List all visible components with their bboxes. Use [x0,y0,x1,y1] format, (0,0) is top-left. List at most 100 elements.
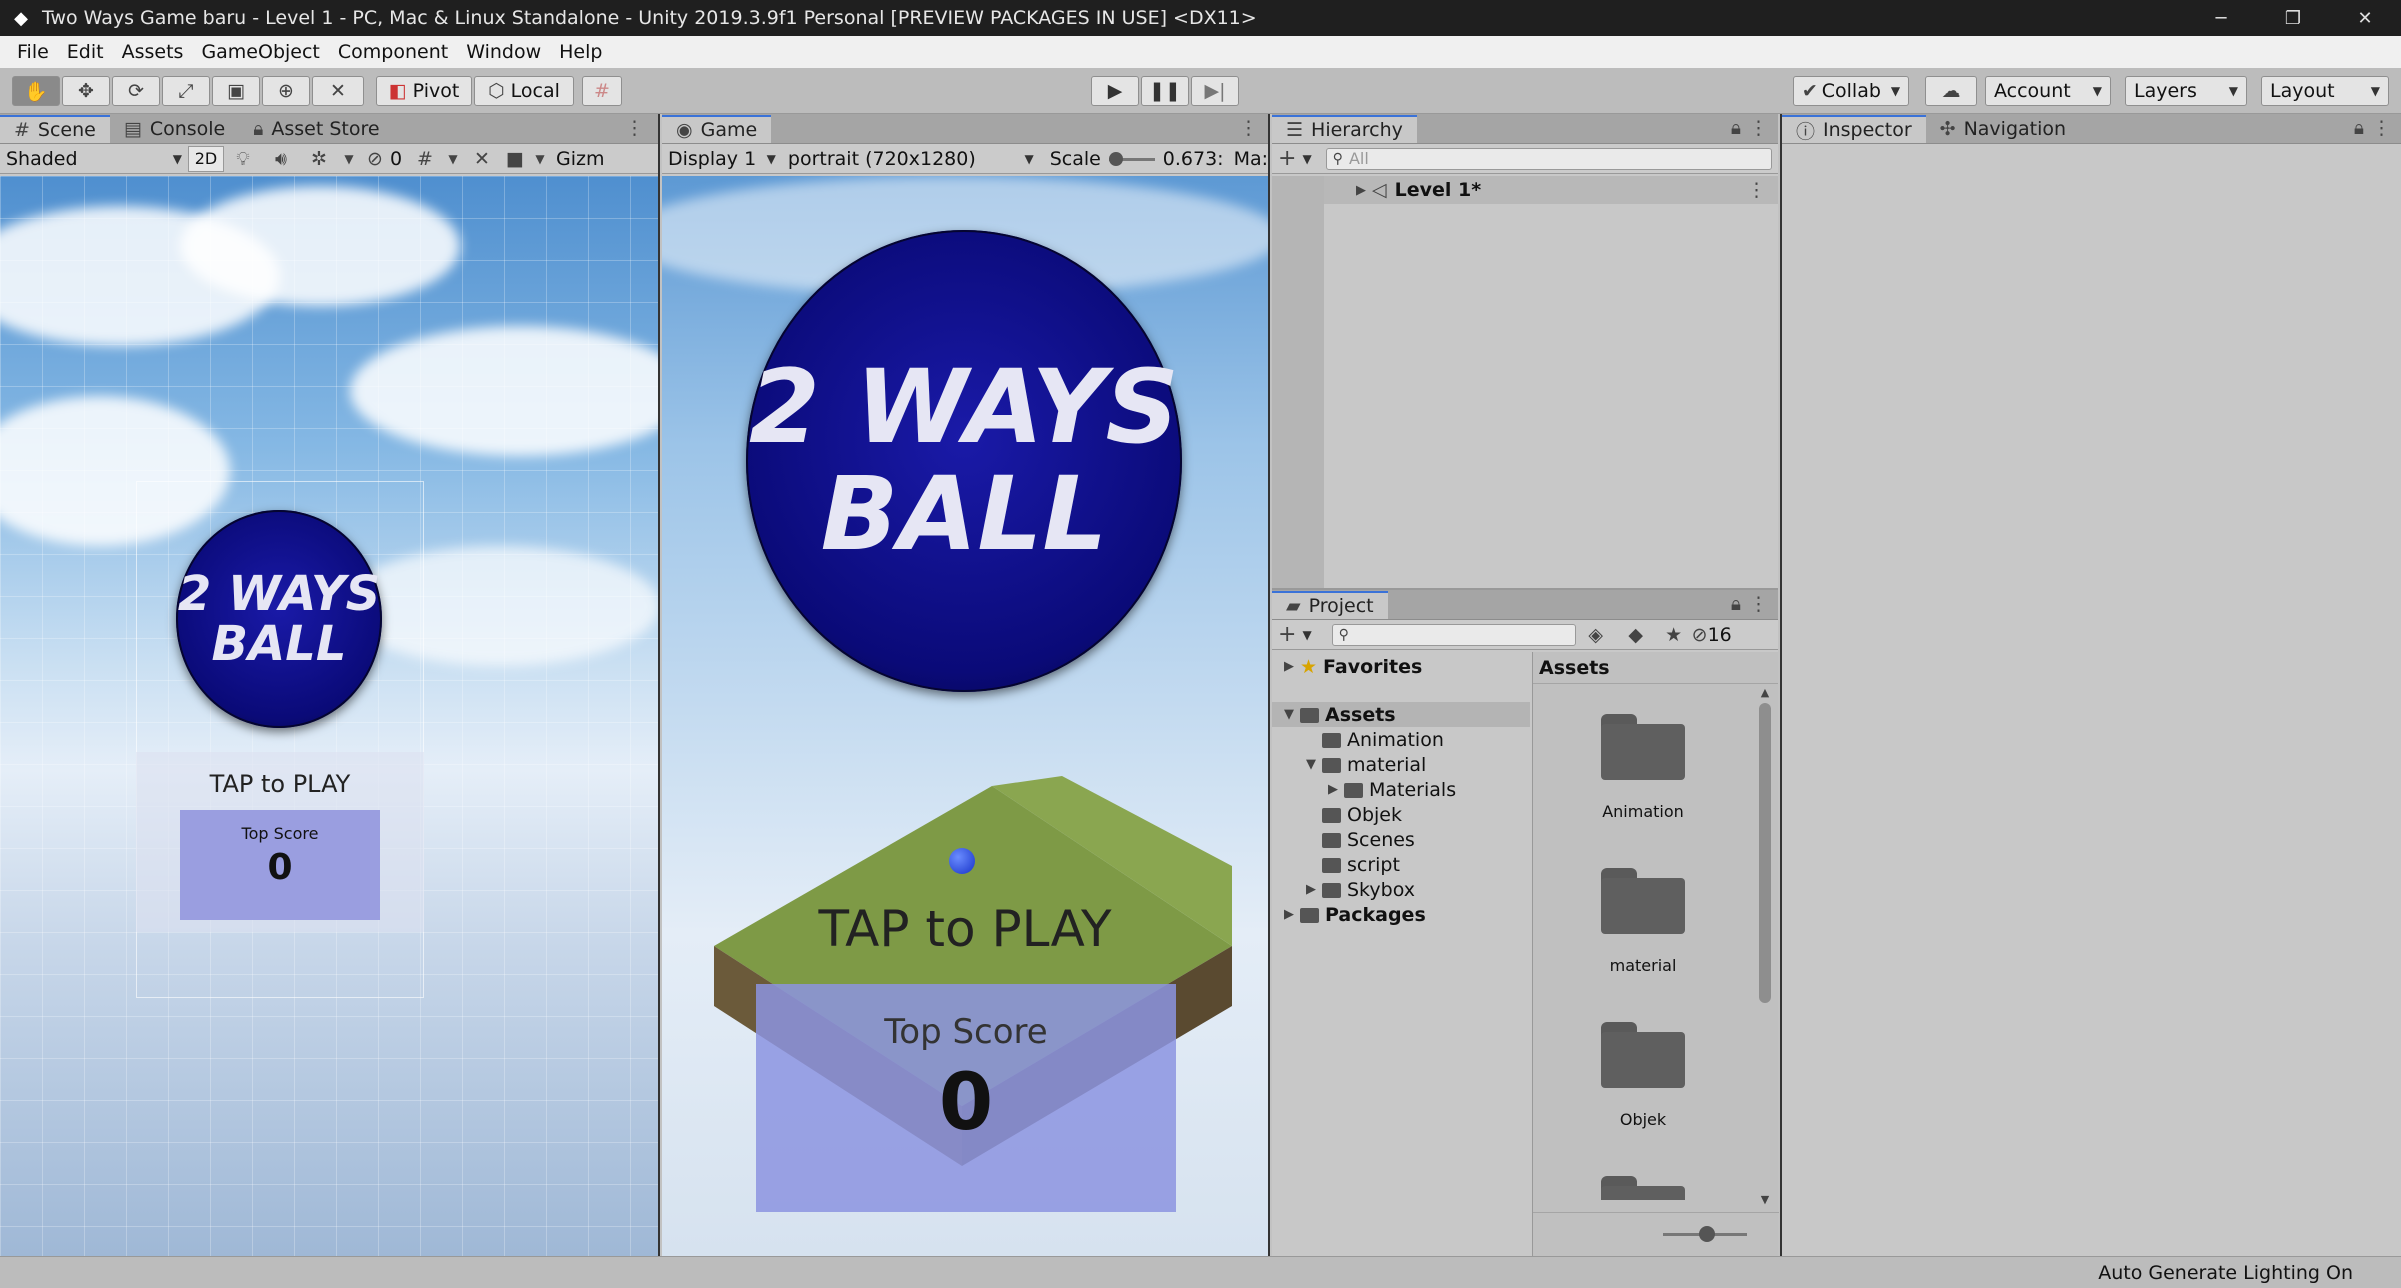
tree-item[interactable]: ▶ Materials [1272,777,1456,802]
play-button[interactable]: ▶ [1091,76,1139,106]
layers-dropdown[interactable]: Layers ▼ [2125,76,2247,106]
tab-game[interactable]: ◉ Game [662,115,772,143]
pivot-toggle[interactable]: ◧ Pivot [376,76,472,106]
more-options-icon[interactable]: ⋮ [625,117,644,139]
chevron-down-icon[interactable]: ▼ [338,152,360,166]
rect-tool-button[interactable]: ▣ [212,76,260,106]
tab-project[interactable]: ▰ Project [1272,591,1388,619]
expand-arrow-icon[interactable]: ▶ [1278,907,1300,922]
tab-inspector[interactable]: ⓘ Inspector [1782,115,1926,143]
icon-size-thumb[interactable] [1699,1226,1715,1242]
menu-gameobject[interactable]: GameObject [192,41,328,63]
grid-item[interactable]: material [1543,868,1743,975]
more-options-icon[interactable]: ⋮ [1749,593,1768,615]
tab-navigation[interactable]: ✣ Navigation [1926,115,2080,143]
tree-item[interactable]: Scenes [1272,827,1415,852]
tree-item[interactable]: Objek [1272,802,1402,827]
scroll-thumb[interactable] [1759,703,1771,1003]
tree-item[interactable]: ▶ Skybox [1272,877,1415,902]
menu-component[interactable]: Component [329,41,457,63]
hierarchy-row-level1[interactable]: ▶ ◁ Level 1* ⋮ [1324,176,1778,204]
menu-assets[interactable]: Assets [113,41,193,63]
hidden-packages-icon[interactable]: ⊘ [1692,624,1708,646]
tab-scene[interactable]: # Scene [0,115,110,143]
tree-item[interactable]: script [1272,852,1400,877]
camera-icon[interactable]: ■ [500,148,530,170]
more-options-icon[interactable]: ⋮ [1239,117,1258,139]
tab-hierarchy[interactable]: ☰ Hierarchy [1272,115,1417,143]
expand-arrow-icon[interactable]: ▶ [1278,659,1300,674]
audio-icon[interactable]: 🔊︎ [262,148,300,170]
move-tool-button[interactable]: ✥ [62,76,110,106]
collab-dropdown[interactable]: ✔ Collab ▼ [1793,76,1909,106]
tab-asset-store[interactable]: 🔒︎ Asset Store [239,115,393,143]
lock-icon[interactable]: 🔒︎ [2354,117,2364,139]
more-options-icon[interactable]: ⋮ [1749,117,1768,139]
menu-file[interactable]: File [8,41,58,63]
tree-arrow[interactable]: ▼ [1300,757,1322,772]
custom-tool-button[interactable]: ✕ [312,76,364,106]
menu-window[interactable]: Window [457,41,550,63]
grid-item[interactable]: Animation [1543,714,1743,821]
game-tap-text[interactable]: TAP to PLAY [662,900,1268,958]
tab-console[interactable]: ▤ Console [110,115,239,143]
restore-button[interactable]: ❐ [2257,0,2329,36]
grid-scrollbar[interactable]: ▲ ▼ [1755,686,1775,1206]
tree-item[interactable]: ▼ material [1272,752,1426,777]
slider-thumb[interactable] [1108,151,1123,166]
tree-arrow[interactable]: ▶ [1300,882,1322,897]
star-icon[interactable]: ★ [1656,624,1692,646]
project-search[interactable]: ⚲ [1331,623,1576,646]
scroll-up-icon[interactable]: ▲ [1755,686,1775,699]
close-button[interactable]: ✕ [2329,0,2401,36]
menu-edit[interactable]: Edit [58,41,113,63]
favorites-row[interactable]: ▶ ★ Favorites [1272,654,1422,679]
scroll-down-icon[interactable]: ▼ [1755,1193,1775,1206]
lock-icon[interactable]: 🔒︎ [1731,117,1741,139]
maximize-toggle[interactable]: Ma: [1234,148,1268,170]
tree-item[interactable]: Animation [1272,727,1444,752]
minimize-button[interactable]: ─ [2185,0,2257,36]
grid-item[interactable]: Objek [1543,1022,1743,1129]
step-button[interactable]: ▶| [1191,76,1239,106]
expand-arrow-icon[interactable]: ▶ [1350,183,1372,198]
tools-icon[interactable]: ✕ [464,148,500,170]
tree-arrow[interactable]: ▶ [1322,782,1344,797]
resolution-dropdown[interactable]: portrait (720x1280) ▼ [782,146,1040,172]
label-icon[interactable]: ◆ [1616,624,1656,646]
2d-toggle[interactable]: 2D [188,145,224,172]
cloud-button[interactable]: ☁ [1925,76,1977,106]
search-by-type-icon[interactable]: ◈ [1576,624,1616,646]
effects-icon[interactable]: ✲ [300,148,338,170]
gizmos-dropdown[interactable]: Gizm [556,148,604,170]
hidden-objects-icon[interactable]: ⊘ [360,148,390,170]
grid-snap-button[interactable]: # [582,76,622,106]
grid-toggle-icon[interactable]: # [408,148,442,170]
packages-row[interactable]: ▶ Packages [1272,902,1426,927]
collapse-arrow-icon[interactable]: ▼ [1278,707,1300,722]
chevron-down-icon[interactable]: ▼ [442,152,464,166]
scale-tool-button[interactable]: ⤢ [162,76,210,106]
game-viewport[interactable]: 2 WAYS BALL TAP to PLAY Top Score 0 [662,176,1268,1256]
chevron-down-icon[interactable]: ▼ [530,152,550,166]
scene-viewport[interactable]: 2 WAYS BALL TAP to PLAY Top Score 0 [0,176,658,1256]
hierarchy-search[interactable]: ⚲ All [1325,147,1772,170]
scale-slider[interactable] [1108,149,1155,169]
more-options-icon[interactable]: ⋮ [2372,117,2391,139]
more-options-icon[interactable]: ⋮ [1747,179,1766,201]
lighting-icon[interactable]: 💡︎ [224,148,262,170]
local-toggle[interactable]: ⬡ Local [474,76,574,106]
pause-button[interactable]: ❚❚ [1141,76,1189,106]
layout-dropdown[interactable]: Layout ▼ [2261,76,2389,106]
grid-item-partial[interactable] [1543,1176,1743,1200]
account-dropdown[interactable]: Account ▼ [1985,76,2111,106]
create-button[interactable]: + ▼ [1278,622,1312,647]
lock-icon[interactable]: 🔒︎ [1731,593,1741,615]
shading-dropdown[interactable]: Shaded ▼ [0,146,188,172]
create-button[interactable]: + ▼ [1278,146,1312,171]
display-dropdown[interactable]: Display 1 ▼ [662,146,782,172]
menu-help[interactable]: Help [550,41,611,63]
transform-tool-button[interactable]: ⊕ [262,76,310,106]
rotate-tool-button[interactable]: ⟳ [112,76,160,106]
hand-tool-button[interactable]: ✋ [12,76,60,106]
